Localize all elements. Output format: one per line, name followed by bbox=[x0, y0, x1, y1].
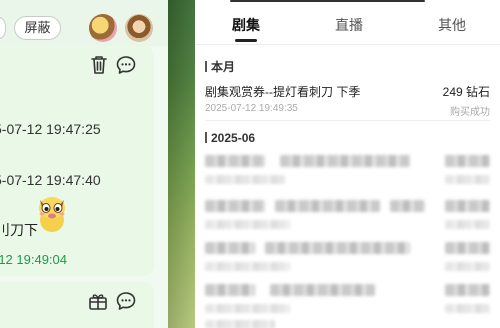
section-header: 2025-06 bbox=[205, 131, 255, 145]
partial-pill-button[interactable] bbox=[0, 16, 6, 40]
chat-bubble-icon[interactable] bbox=[115, 290, 137, 312]
background-scenery bbox=[168, 0, 195, 328]
blurred-content bbox=[445, 220, 490, 229]
blurred-content bbox=[265, 242, 410, 254]
section-header: 本月 bbox=[205, 58, 235, 75]
sheet-handle[interactable] bbox=[230, 0, 425, 2]
divider bbox=[205, 120, 490, 121]
blurred-content bbox=[205, 220, 290, 229]
blurred-content bbox=[390, 200, 425, 212]
chat-bubble-icon[interactable] bbox=[115, 54, 137, 76]
tab-live[interactable]: 直播 bbox=[335, 15, 363, 35]
section-header-label: 2025-06 bbox=[211, 131, 256, 145]
chat-topbar: 屏蔽 bbox=[0, 0, 168, 46]
blurred-content bbox=[445, 262, 490, 271]
tab-series[interactable]: 剧集 bbox=[232, 15, 260, 35]
blurred-content bbox=[445, 175, 490, 184]
blurred-content bbox=[205, 262, 290, 271]
message-timestamp: 5-07-12 19:47:40 bbox=[0, 172, 101, 188]
purchase-history-panel: 剧集 直播 其他 本月 剧集观赏券--提灯看刺刀 下季 249 钻石 2025-… bbox=[195, 0, 500, 328]
purchase-item-date: 2025-07-12 19:49:35 bbox=[205, 103, 298, 114]
blurred-content bbox=[205, 320, 275, 328]
purchase-item-title: 剧集观赏券--提灯看刺刀 下季 bbox=[205, 85, 361, 99]
avatar[interactable] bbox=[89, 14, 117, 42]
gift-icon[interactable] bbox=[87, 290, 109, 312]
section-marker bbox=[205, 61, 207, 72]
purchase-item-amount: 249 钻石 bbox=[442, 85, 490, 99]
blurred-content bbox=[280, 155, 410, 167]
divider bbox=[195, 44, 500, 45]
message-timestamp: -12 19:49:04 bbox=[0, 252, 68, 267]
message-card bbox=[0, 282, 154, 328]
blurred-content bbox=[205, 284, 255, 296]
blurred-content bbox=[275, 200, 380, 212]
purchase-item-status: 购买成功 bbox=[450, 107, 490, 118]
blurred-content bbox=[205, 242, 255, 254]
trash-icon[interactable] bbox=[88, 54, 110, 76]
section-header-label: 本月 bbox=[211, 60, 236, 74]
block-button[interactable]: 屏蔽 bbox=[14, 16, 61, 40]
blurred-content bbox=[205, 304, 290, 313]
blurred-content bbox=[445, 155, 490, 167]
blurred-content bbox=[205, 200, 265, 212]
message-text: 刂刀下 bbox=[0, 222, 38, 238]
tab-other[interactable]: 其他 bbox=[438, 15, 466, 35]
section-marker bbox=[205, 132, 207, 143]
blurred-content bbox=[445, 242, 490, 254]
sticker-image bbox=[39, 197, 65, 232]
blurred-content bbox=[205, 155, 265, 167]
blurred-content bbox=[270, 284, 375, 296]
blurred-content bbox=[445, 284, 490, 296]
chat-panel: 屏蔽 5-07-12 19:47:25 5-07-12 19:47:40 刂刀下… bbox=[0, 0, 168, 328]
message-card bbox=[0, 46, 154, 276]
active-tab-indicator bbox=[235, 39, 257, 42]
message-timestamp: 5-07-12 19:47:25 bbox=[0, 121, 101, 137]
blurred-content bbox=[445, 200, 490, 212]
blurred-content bbox=[205, 175, 285, 184]
blurred-content bbox=[445, 304, 490, 313]
avatar[interactable] bbox=[125, 14, 153, 42]
